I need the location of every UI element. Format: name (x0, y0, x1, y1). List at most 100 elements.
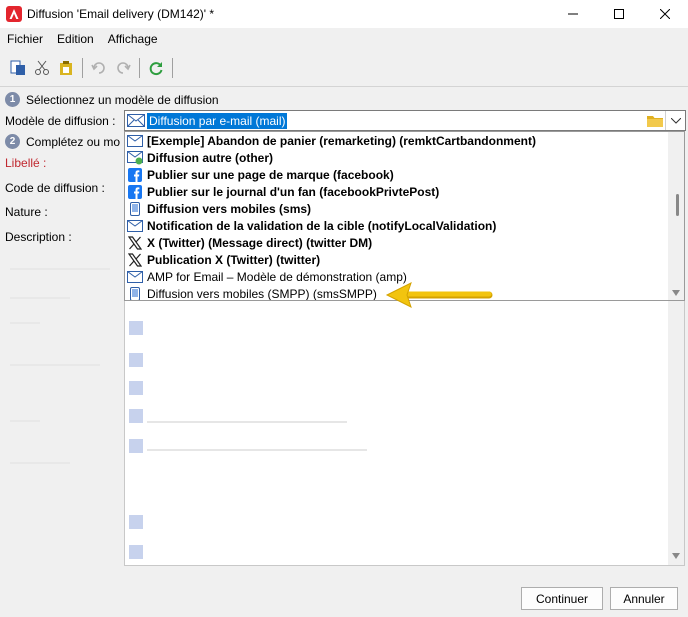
toolbar (0, 52, 688, 84)
x-twitter-icon (126, 235, 144, 250)
ghost-icon (129, 353, 143, 367)
list-item[interactable]: Diffusion autre (other) (125, 149, 684, 166)
code-label: Code de diffusion : (5, 181, 105, 195)
menu-edition[interactable]: Edition (50, 32, 101, 46)
background-list-area (124, 301, 685, 566)
ghost-icon (129, 381, 143, 395)
list-item-label: Diffusion autre (other) (147, 150, 273, 165)
ghost-line (10, 364, 100, 366)
paste-button[interactable] (54, 56, 78, 80)
template-label: Modèle de diffusion : (5, 114, 116, 128)
ghost-line (147, 421, 347, 423)
template-combo[interactable]: Diffusion par e-mail (mail) (124, 110, 686, 131)
menu-bar: Fichier Edition Affichage (0, 28, 688, 49)
facebook-icon (126, 184, 144, 199)
menu-affichage[interactable]: Affichage (101, 32, 165, 46)
step-1-badge: 1 (5, 92, 20, 107)
list-item-label: Diffusion vers mobiles (sms) (147, 201, 312, 216)
folder-icon[interactable] (647, 113, 663, 128)
description-label: Description : (5, 230, 72, 244)
undo-button[interactable] (87, 56, 111, 80)
toolbar-separator (139, 58, 140, 78)
scroll-down-arrow-icon[interactable] (672, 290, 680, 296)
undo-icon (91, 62, 105, 74)
cut-icon (35, 60, 49, 75)
email-icon (126, 270, 144, 284)
minimize-icon (568, 13, 578, 15)
refresh-icon (149, 62, 163, 76)
close-button[interactable] (642, 0, 688, 28)
step-2-text: Complétez ou mo (26, 134, 121, 149)
ghost-line (10, 322, 40, 324)
ghost-icon (129, 545, 143, 559)
annotation-arrow-icon (385, 282, 493, 308)
list-item[interactable]: Notification de la validation de la cibl… (125, 217, 684, 234)
list-item[interactable]: Diffusion vers mobiles (sms) (125, 200, 684, 217)
paste-icon (60, 61, 72, 75)
list-item-label: X (Twitter) (Message direct) (twitter DM… (147, 235, 373, 250)
cut-button[interactable] (30, 56, 54, 80)
minimize-button[interactable] (550, 0, 596, 28)
ghost-icon (129, 409, 143, 423)
list-item-label: Notification de la validation de la cibl… (147, 218, 497, 233)
window-title: Diffusion 'Email delivery (DM142)' * (27, 7, 215, 21)
list-item-label: AMP for Email – Modèle de démonstration … (147, 269, 407, 284)
scrollbar-thumb[interactable] (676, 194, 679, 216)
continue-button[interactable]: Continuer (521, 587, 603, 610)
scroll-down-arrow-icon[interactable] (672, 553, 680, 559)
list-item-label: Publication X (Twitter) (twitter) (147, 252, 321, 267)
cancel-button[interactable]: Annuler (610, 587, 678, 610)
email-icon (126, 134, 144, 148)
redo-button[interactable] (111, 56, 135, 80)
redo-icon (117, 62, 131, 74)
list-item-label: Diffusion vers mobiles (SMPP) (smsSMPP) (147, 286, 377, 301)
email-icon (127, 114, 145, 127)
adobe-app-icon (6, 6, 22, 22)
list-item[interactable]: Publier sur une page de marque (facebook… (125, 166, 684, 183)
ghost-line (10, 462, 70, 464)
list-item[interactable]: Publier sur le journal d'un fan (faceboo… (125, 183, 684, 200)
list-scrollbar[interactable] (668, 301, 684, 565)
step-2-badge: 2 (5, 134, 20, 149)
step-1: 1 Sélectionnez un modèle de diffusion (5, 92, 219, 107)
other-delivery-icon (126, 150, 144, 165)
refresh-button[interactable] (144, 56, 168, 80)
list-item[interactable]: [Exemple] Abandon de panier (remarketing… (125, 132, 684, 149)
template-dropdown-list[interactable]: [Exemple] Abandon de panier (remarketing… (124, 131, 685, 301)
x-twitter-icon (126, 252, 144, 267)
new-document-button[interactable] (6, 56, 30, 80)
toolbar-separator (82, 58, 83, 78)
list-item-label: Publier sur une page de marque (facebook… (147, 167, 394, 182)
ghost-icon (129, 321, 143, 335)
dropdown-scrollbar[interactable] (668, 132, 684, 300)
ghost-icon (129, 515, 143, 529)
new-document-icon (10, 60, 25, 75)
ghost-line (10, 420, 40, 422)
list-item[interactable]: Publication X (Twitter) (twitter) (125, 251, 684, 268)
ghost-icon (129, 439, 143, 453)
list-item[interactable]: X (Twitter) (Message direct) (twitter DM… (125, 234, 684, 251)
step-1-text: Sélectionnez un modèle de diffusion (26, 92, 219, 107)
facebook-icon (126, 167, 144, 182)
step-2: 2 Complétez ou mo (5, 134, 120, 149)
nature-label: Nature : (5, 205, 48, 219)
toolbar-divider (0, 86, 688, 87)
maximize-button[interactable] (596, 0, 642, 28)
template-combo-value: Diffusion par e-mail (mail) (147, 112, 288, 129)
libelle-label: Libellé : (5, 156, 47, 170)
list-item-label: [Exemple] Abandon de panier (remarketing… (147, 133, 536, 148)
toolbar-separator (172, 58, 173, 78)
chevron-down-icon (670, 117, 681, 124)
ghost-line (10, 297, 70, 299)
ghost-line (10, 268, 110, 270)
list-item-label: Publier sur le journal d'un fan (faceboo… (147, 184, 440, 199)
maximize-icon (614, 9, 624, 19)
mobile-icon (126, 286, 144, 300)
menu-fichier[interactable]: Fichier (0, 32, 50, 46)
close-icon (660, 9, 670, 19)
combo-dropdown-button[interactable] (665, 111, 685, 130)
email-icon (126, 219, 144, 233)
title-bar: Diffusion 'Email delivery (DM142)' * (0, 0, 688, 28)
ghost-line (147, 449, 367, 451)
mobile-icon (126, 201, 144, 216)
